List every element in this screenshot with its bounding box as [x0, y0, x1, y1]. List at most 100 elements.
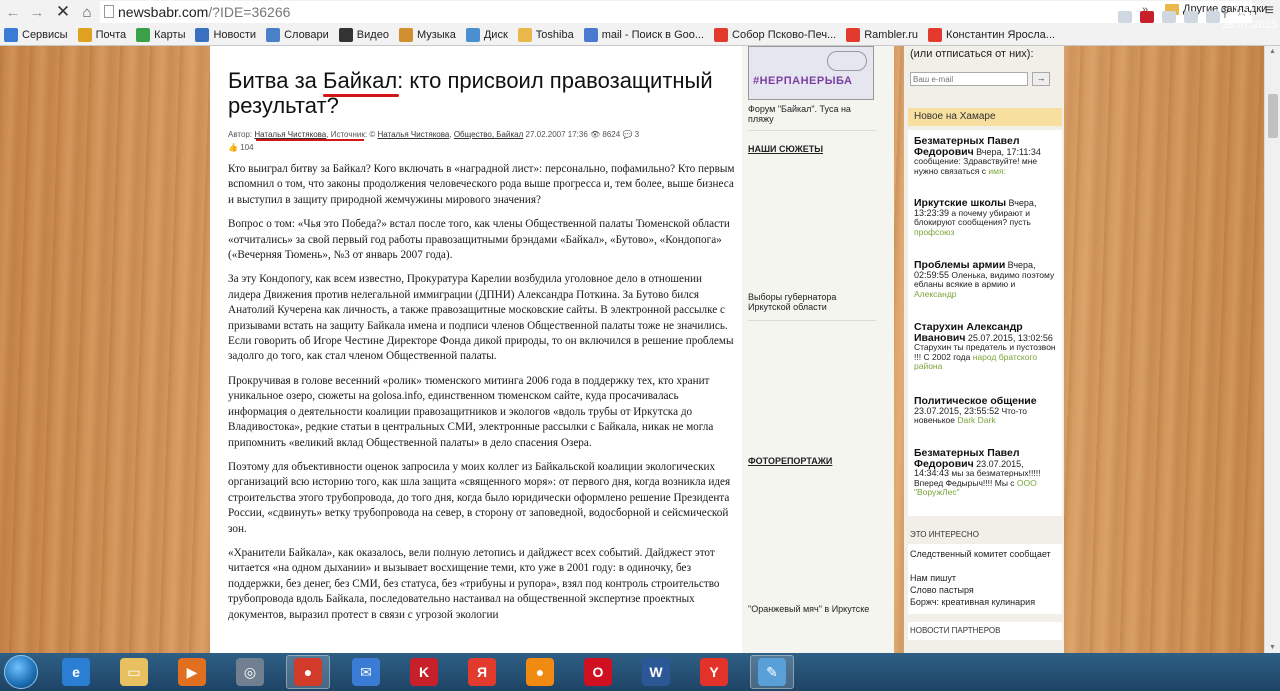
media-player-icon: ▶ [178, 658, 206, 686]
list-item[interactable]: Политическое общение 23.07.2015, 23:55:5… [914, 396, 1060, 426]
taskbar-yandex-button[interactable]: Я [460, 655, 504, 689]
start-button[interactable] [4, 655, 38, 689]
email-field[interactable] [910, 72, 1028, 86]
taskbar: e ▭ ▶ ◎ ● ✉ K Я ● O W Y ✎ [0, 653, 1280, 691]
mail-app-icon: ✉ [352, 658, 380, 686]
likes-count: 104 [240, 143, 254, 152]
like-icon[interactable]: 👍 [228, 143, 238, 152]
governor-elections-link[interactable]: Выборы губернатора Иркутской области [748, 292, 880, 312]
article-meta: Автор: Наталья Чистякова, Источник: © На… [228, 130, 640, 152]
scroll-down-arrow-icon[interactable]: ▼ [1269, 644, 1276, 651]
email-submit-button[interactable]: → [1032, 72, 1050, 86]
tags-link[interactable]: Общество, Байкал [454, 130, 523, 139]
article-paragraph: Поэтому для объективности оценок запроси… [228, 460, 731, 535]
bookmark-item[interactable]: mail - Поиск в Goo... [583, 27, 704, 42]
new-on-hamar-list: Безматерных Павел Федорович Вчера, 17:11… [908, 130, 1062, 516]
taskbar-media-player-button[interactable]: ▶ [170, 655, 214, 689]
bookmark-item[interactable]: Собор Псково-Печ... [714, 27, 836, 42]
taskbar-paint-button[interactable]: ✎ [750, 655, 794, 689]
taskbar-chrome-button[interactable]: ● [286, 655, 330, 689]
bookmark-item[interactable]: Константин Яросла... [928, 27, 1055, 42]
list-item[interactable]: Боржч: креативная кулинария [910, 596, 1060, 608]
taskbar-yandex-browser-button[interactable]: Y [692, 655, 736, 689]
list-item[interactable]: Безматерных Павел Федорович Вчера, 17:11… [914, 136, 1060, 176]
volume-icon[interactable] [1162, 11, 1176, 23]
partners-news-header: НОВОСТИ ПАРТНЕРОВ [908, 622, 1062, 640]
middle-column: #НЕРПАНЕРЫБА Форум "Байкал". Туса на пля… [742, 46, 894, 653]
list-item[interactable]: Старухин Александр Иванович 25.07.2015, … [914, 322, 1060, 372]
bookmark-favicon-icon [465, 27, 480, 42]
forum-image[interactable]: #НЕРПАНЕРЫБА [748, 46, 874, 100]
taskbar-mail-app-button[interactable]: ✉ [344, 655, 388, 689]
bookmark-favicon-icon [583, 27, 598, 42]
drawing-decoration [827, 51, 867, 71]
home-icon[interactable]: ⌂ [76, 1, 98, 23]
bookmark-item[interactable]: Почта [77, 27, 126, 42]
taskbar-explorer-button[interactable]: ▭ [112, 655, 156, 689]
bookmark-favicon-icon [136, 27, 151, 42]
comments-count[interactable]: 3 [635, 130, 639, 139]
list-item[interactable]: Нам пишут [910, 572, 1060, 584]
back-arrow-icon[interactable]: ← [2, 1, 24, 23]
bookmark-favicon-icon [338, 27, 353, 42]
scroll-up-arrow-icon[interactable]: ▲ [1269, 48, 1276, 55]
bookmark-favicon-icon [77, 27, 92, 42]
url-text: newsbabr.com/?IDE=36266 [118, 4, 291, 20]
taskbar-orange-app-button[interactable]: ● [518, 655, 562, 689]
bookmark-item[interactable]: Словари [266, 27, 329, 42]
list-item[interactable]: Безматерных Павел Федорович 23.07.2015, … [914, 448, 1060, 498]
list-item[interactable]: Иркутские школы Вчера, 13:23:39 а почему… [914, 198, 1060, 237]
bookmark-item[interactable]: Сервисы [4, 27, 68, 42]
orange-ball-link[interactable]: "Оранжевый мяч" в Иркутске [748, 604, 880, 614]
bookmark-item[interactable]: Rambler.ru [846, 27, 918, 42]
flag-icon[interactable] [1118, 11, 1132, 23]
article-column: Битва за Байкал: кто присвоил правозащит… [210, 46, 742, 653]
article-paragraph: За эту Кондопогу, как всем известно, Про… [228, 273, 734, 363]
bookmark-favicon-icon [517, 27, 532, 42]
bookmark-item[interactable]: Диск [465, 27, 508, 42]
article-paragraph: Кто выиграл битву за Байкал? Кого включа… [228, 163, 735, 206]
system-tray: RU ▲ [1075, 11, 1220, 23]
photo-reports-heading[interactable]: ФОТОРЕПОРТАЖИ [748, 456, 832, 466]
bookmark-favicon-icon [846, 27, 861, 42]
bookmark-item[interactable]: Карты [136, 27, 185, 42]
bookmark-favicon-icon [398, 27, 413, 42]
bookmark-favicon-icon [266, 27, 281, 42]
clock[interactable]: 1:51 28.07.2015 [1222, 4, 1277, 32]
disc-app-icon: ◎ [236, 658, 264, 686]
forum-caption-link[interactable]: Форум "Байкал". Туса на пляжу [748, 104, 878, 124]
bookmark-item[interactable]: Toshiba [517, 27, 574, 42]
taskbar-ie-button[interactable]: e [54, 655, 98, 689]
list-item[interactable]: Следственный комитет сообщает [910, 548, 1060, 560]
bookmark-favicon-icon [928, 27, 943, 42]
ie-icon: e [62, 658, 90, 686]
kaspersky-tray-icon[interactable] [1140, 11, 1154, 23]
bookmark-item[interactable]: Новости [195, 27, 256, 42]
explorer-icon: ▭ [120, 658, 148, 686]
bookmark-item[interactable]: Видео [338, 27, 389, 42]
article-paragraph: Вопрос о том: «Чья это Победа?» встал по… [228, 218, 730, 262]
divider [748, 130, 876, 131]
our-stories-heading[interactable]: НАШИ СЮЖЕТЫ [748, 144, 823, 154]
bookmark-item[interactable]: Музыка [398, 27, 456, 42]
yandex-browser-icon: Y [700, 658, 728, 686]
author-link[interactable]: Наталья Чистякова [254, 130, 326, 139]
page-viewport: Битва за Байкал: кто присвоил правозащит… [0, 46, 1264, 653]
taskbar-opera-button[interactable]: O [576, 655, 620, 689]
forward-arrow-icon[interactable]: → [26, 1, 48, 23]
network-icon[interactable] [1184, 11, 1198, 23]
list-item[interactable]: Проблемы армии Вчера, 02:59:55 Оленька, … [914, 260, 1060, 299]
taskbar-disc-app-button[interactable]: ◎ [228, 655, 272, 689]
source-link[interactable]: Наталья Чистякова [377, 130, 449, 139]
taskbar-word-button[interactable]: W [634, 655, 678, 689]
tray-expand-icon[interactable]: ▲ [1099, 11, 1110, 23]
page-scrollbar[interactable]: ▲ ▼ [1264, 46, 1280, 653]
language-indicator[interactable]: RU [1075, 11, 1091, 23]
stop-loading-icon[interactable]: ✕ [52, 1, 74, 23]
divider [748, 320, 876, 321]
scroll-thumb[interactable] [1268, 94, 1278, 138]
taskbar-kaspersky-button[interactable]: K [402, 655, 446, 689]
comment-icon[interactable]: 💬 [622, 130, 632, 139]
list-item[interactable]: Слово пастыря [910, 584, 1060, 596]
battery-icon[interactable] [1206, 11, 1220, 23]
